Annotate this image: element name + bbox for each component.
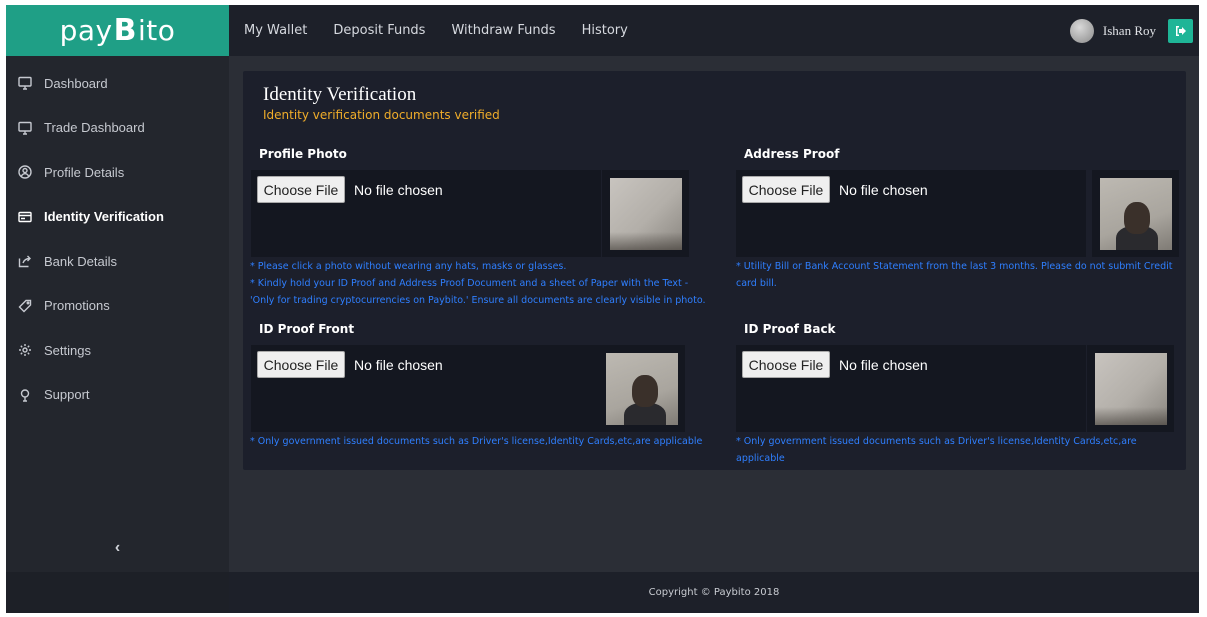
share-icon <box>18 254 32 268</box>
sidebar-bottom <box>6 572 229 613</box>
id-front-note: * Only government issued documents such … <box>250 436 703 447</box>
preview-image <box>1094 352 1167 425</box>
copyright-text: Copyright © Paybito 2018 <box>648 587 780 598</box>
profile-photo-file-input[interactable]: Choose File No file chosen <box>251 170 601 257</box>
sidebar-item-promotions[interactable]: Promotions <box>6 284 229 329</box>
brand-logo[interactable]: pay Bito <box>6 5 229 56</box>
avatar[interactable] <box>1069 18 1094 43</box>
id-front-label: ID Proof Front <box>259 322 355 336</box>
topnav-my-wallet[interactable]: My Wallet <box>244 23 307 38</box>
choose-file-button[interactable]: Choose File <box>257 351 345 378</box>
sidebar-item-identity-verification[interactable]: Identity Verification <box>6 195 229 240</box>
sidebar-item-dashboard[interactable]: Dashboard <box>6 61 229 106</box>
id-back-label: ID Proof Back <box>744 322 836 336</box>
user-circle-icon <box>18 165 32 179</box>
choose-file-button[interactable]: Choose File <box>257 176 345 203</box>
user-name[interactable]: Ishan Roy <box>1103 23 1156 39</box>
sidebar-item-label: Settings <box>44 342 91 358</box>
logout-icon <box>1175 25 1186 36</box>
profile-photo-note-2: * Kindly hold your ID Proof and Address … <box>250 278 706 306</box>
profile-photo-label: Profile Photo <box>259 147 347 161</box>
logout-button[interactable] <box>1168 18 1193 43</box>
app-frame: pay Bito Dashboard Trade Dashboard Profil… <box>6 5 1199 613</box>
address-proof-note: * Utility Bill or Bank Account Statement… <box>736 261 1173 289</box>
address-proof-preview <box>1092 170 1179 257</box>
preview-image <box>1099 177 1172 250</box>
sidebar-item-label: Profile Details <box>44 164 125 180</box>
address-proof-file-input[interactable]: Choose File No file chosen <box>736 170 1086 257</box>
sidebar-item-label: Promotions <box>44 298 110 314</box>
address-proof-label: Address Proof <box>744 147 840 161</box>
topnav-deposit-funds[interactable]: Deposit Funds <box>333 23 425 38</box>
topnav-history[interactable]: History <box>582 23 628 38</box>
bitcoin-b-icon: B <box>113 13 137 48</box>
sidebar-item-support[interactable]: Support <box>6 373 229 418</box>
sidebar: pay Bito Dashboard Trade Dashboard Profil… <box>6 5 229 613</box>
choose-file-button[interactable]: Choose File <box>742 176 830 203</box>
page-title: Identity Verification <box>263 84 417 105</box>
monitor-icon <box>18 121 32 135</box>
person-head <box>1123 201 1150 234</box>
tag-icon <box>18 299 32 313</box>
status-message: Identity verification documents verified <box>263 108 500 122</box>
image-shade <box>1094 406 1167 425</box>
sidebar-item-label: Trade Dashboard <box>44 120 145 136</box>
sidebar-collapse-button[interactable]: ‹ <box>6 525 229 571</box>
choose-file-button[interactable]: Choose File <box>742 351 830 378</box>
brand-suffix: ito <box>138 14 176 47</box>
id-back-preview <box>1087 345 1174 432</box>
monitor-icon <box>18 76 32 90</box>
sidebar-item-trade-dashboard[interactable]: Trade Dashboard <box>6 106 229 151</box>
gear-icon <box>18 343 32 357</box>
footer: Copyright © Paybito 2018 <box>229 572 1199 613</box>
top-nav: My Wallet Deposit Funds Withdraw Funds H… <box>229 23 654 38</box>
no-file-text: No file chosen <box>839 357 928 373</box>
sidebar-item-label: Identity Verification <box>44 209 164 225</box>
image-shade <box>609 231 682 250</box>
identity-verification-card: Identity Verification Identity verificat… <box>243 71 1186 470</box>
sidebar-item-profile-details[interactable]: Profile Details <box>6 150 229 195</box>
id-back-note: * Only government issued documents such … <box>736 436 1137 464</box>
no-file-text: No file chosen <box>839 182 928 198</box>
support-icon <box>18 388 32 402</box>
profile-photo-note-1: * Please click a photo without wearing a… <box>250 261 567 272</box>
sidebar-nav: Dashboard Trade Dashboard Profile Detail… <box>6 56 229 417</box>
preview-image <box>609 177 682 250</box>
id-back-file-input[interactable]: Choose File No file chosen <box>736 345 1086 432</box>
no-file-text: No file chosen <box>354 182 443 198</box>
preview-image <box>605 352 678 425</box>
id-front-file-input[interactable]: Choose File No file chosen <box>251 345 601 432</box>
id-front-preview <box>598 345 685 432</box>
top-bar: My Wallet Deposit Funds Withdraw Funds H… <box>229 5 1199 56</box>
sidebar-item-label: Dashboard <box>44 75 108 91</box>
sidebar-item-settings[interactable]: Settings <box>6 328 229 373</box>
user-menu: Ishan Roy <box>1069 5 1199 56</box>
brand-prefix: pay <box>59 14 113 47</box>
sidebar-item-label: Support <box>44 387 90 403</box>
person-head <box>631 374 658 407</box>
sidebar-item-label: Bank Details <box>44 253 117 269</box>
id-card-icon <box>18 210 32 224</box>
no-file-text: No file chosen <box>354 357 443 373</box>
topnav-withdraw-funds[interactable]: Withdraw Funds <box>451 23 555 38</box>
sidebar-item-bank-details[interactable]: Bank Details <box>6 239 229 284</box>
profile-photo-preview <box>602 170 689 257</box>
